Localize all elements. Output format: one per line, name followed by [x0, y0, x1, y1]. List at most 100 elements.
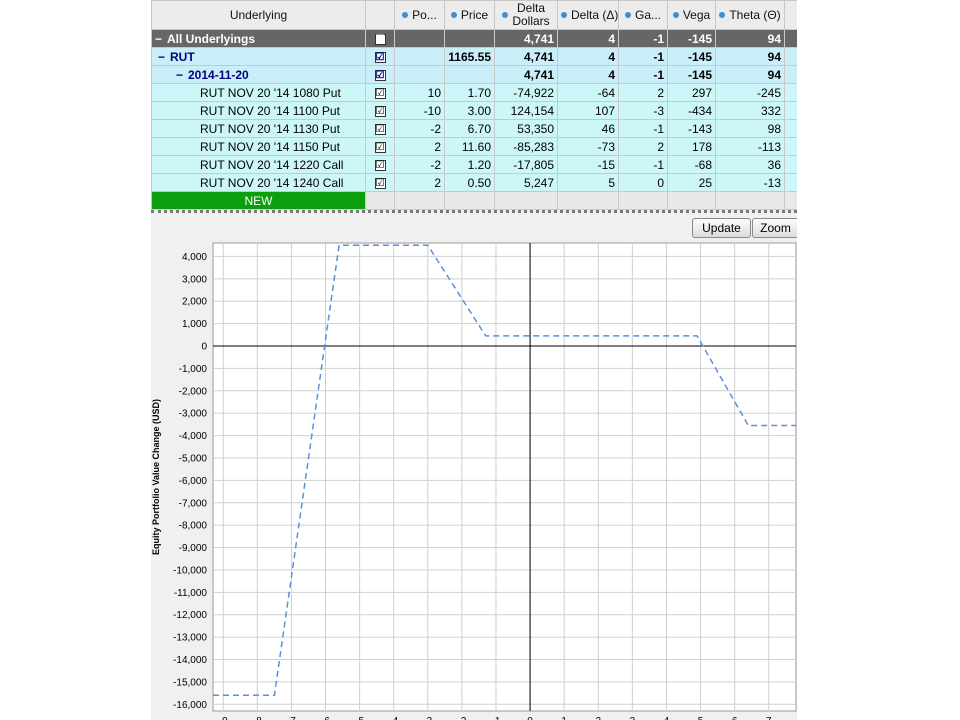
col-header-price[interactable]: Price	[444, 0, 495, 30]
table-row-leg[interactable]: RUT NOV 20 '14 1150 Put ☑ 2 11.60 -85,28…	[151, 137, 797, 156]
y-tick-label: -14,000	[173, 655, 207, 666]
table-row-underlying-rut[interactable]: − RUT ☑ 1165.55 4,741 4 -1 -145 94	[151, 47, 797, 66]
cell-position	[394, 65, 445, 84]
cell-delta: -15	[557, 155, 619, 174]
x-tick-label: -8	[253, 716, 262, 720]
column-dot-icon	[402, 12, 409, 19]
x-tick-label: -7	[287, 716, 296, 720]
col-header-vega[interactable]: Vega	[667, 0, 716, 30]
y-tick-label: -15,000	[173, 677, 207, 688]
col-header-gamma[interactable]: Ga...	[618, 0, 668, 30]
x-tick-label: -3	[423, 716, 432, 720]
col-header-delta[interactable]: Delta (Δ)	[557, 0, 619, 30]
cell-gamma: -3	[618, 101, 668, 120]
x-tick-label: -2	[457, 716, 466, 720]
cell-delta: 4	[557, 29, 619, 48]
col-header-checkbox[interactable]	[365, 0, 395, 30]
column-dot-icon	[561, 12, 567, 19]
x-tick-label: -6	[321, 716, 330, 720]
collapse-icon[interactable]: −	[155, 32, 165, 46]
cell-position[interactable]: -10	[394, 101, 445, 120]
table-row-expiry[interactable]: −2014-11-20 ☑ 4,741 4 -1 -145 94	[151, 65, 797, 84]
portfolio-panel: Underlying Po... Price Delta Dollars Delt…	[151, 0, 797, 720]
splitter-handle[interactable]	[151, 210, 797, 213]
table-row-leg[interactable]: RUT NOV 20 '14 1100 Put ☑ -10 3.00 124,1…	[151, 101, 797, 120]
y-tick-label: -5,000	[179, 453, 208, 464]
cell-position	[394, 29, 445, 48]
column-dot-icon	[672, 12, 679, 19]
cell-price: 1.20	[444, 155, 495, 174]
cell-position[interactable]: 2	[394, 173, 445, 192]
cell-delta-dollars: 4,741	[494, 29, 558, 48]
row-checkbox[interactable]: ☑	[365, 65, 395, 84]
plot-area[interactable]	[212, 242, 797, 712]
cell-empty	[444, 191, 495, 210]
col-header-position[interactable]: Po...	[394, 0, 445, 30]
cell-filler	[784, 47, 797, 66]
col-header-theta[interactable]: Theta (Θ)	[715, 0, 785, 30]
y-tick-label: -2,000	[179, 386, 208, 397]
cell-empty	[618, 191, 668, 210]
x-tick-label: -1	[492, 716, 501, 720]
row-checkbox[interactable]: ☑	[365, 155, 395, 174]
zoom-button[interactable]: Zoom	[752, 218, 797, 238]
table-row-leg[interactable]: RUT NOV 20 '14 1220 Call ☑ -2 1.20 -17,8…	[151, 155, 797, 174]
cell-vega: -68	[667, 155, 716, 174]
row-checkbox[interactable]: ☑	[365, 47, 395, 66]
cell-vega: -143	[667, 119, 716, 138]
cell-vega: 25	[667, 173, 716, 192]
row-checkbox[interactable]: ☑	[365, 173, 395, 192]
row-checkbox[interactable]: ☑	[365, 101, 395, 120]
cell-theta: 98	[715, 119, 785, 138]
cell-position[interactable]: -2	[394, 155, 445, 174]
x-tick-label: 6	[732, 716, 738, 720]
table-header-row: Underlying Po... Price Delta Dollars Delt…	[151, 0, 797, 30]
cell-gamma: -1	[618, 119, 668, 138]
cell-filler	[784, 101, 797, 120]
new-position-cell[interactable]: NEW	[151, 191, 366, 210]
row-checkbox[interactable]: ☑	[365, 83, 395, 102]
row-checkbox[interactable]: ☑	[365, 29, 395, 48]
cell-vega: 178	[667, 137, 716, 156]
cell-filler	[784, 29, 797, 48]
collapse-icon[interactable]: −	[176, 68, 186, 82]
y-tick-label: -3,000	[179, 409, 208, 420]
y-tick-label: 4,000	[182, 252, 207, 263]
cell-delta: -64	[557, 83, 619, 102]
table-row-new[interactable]: NEW	[151, 191, 797, 210]
cell-position[interactable]: 2	[394, 137, 445, 156]
row-label: − RUT	[151, 47, 366, 66]
y-tick-label: -4,000	[179, 431, 208, 442]
leg-name: RUT NOV 20 '14 1150 Put	[151, 137, 366, 156]
cell-position[interactable]: 10	[394, 83, 445, 102]
x-tick-label: 0	[527, 716, 533, 720]
col-header-delta-dollars[interactable]: Delta Dollars	[494, 0, 558, 30]
row-checkbox[interactable]: ☑	[365, 119, 395, 138]
x-tick-label: 3	[630, 716, 636, 720]
collapse-icon[interactable]: −	[158, 50, 168, 64]
cell-filler	[784, 137, 797, 156]
y-tick-label: -10,000	[173, 565, 207, 576]
cell-delta-dollars: 4,741	[494, 47, 558, 66]
column-dot-icon	[502, 12, 509, 18]
table-row-leg[interactable]: RUT NOV 20 '14 1240 Call ☑ 2 0.50 5,247 …	[151, 173, 797, 192]
cell-gamma: -1	[618, 155, 668, 174]
table-row-leg[interactable]: RUT NOV 20 '14 1130 Put ☑ -2 6.70 53,350…	[151, 119, 797, 138]
cell-price: 1.70	[444, 83, 495, 102]
cell-theta: -245	[715, 83, 785, 102]
cell-theta: -113	[715, 137, 785, 156]
update-button[interactable]: Update	[692, 218, 751, 238]
table-row-leg[interactable]: RUT NOV 20 '14 1080 Put ☑ 10 1.70 -74,92…	[151, 83, 797, 102]
column-dot-icon	[624, 12, 631, 19]
cell-position[interactable]: -2	[394, 119, 445, 138]
row-checkbox[interactable]: ☑	[365, 137, 395, 156]
cell-delta: 4	[557, 65, 619, 84]
table-row-all-underlyings[interactable]: − All Underlyings ☑ 4,741 4 -1 -145 94	[151, 29, 797, 48]
col-header-underlying[interactable]: Underlying	[151, 0, 366, 30]
x-tick-label: 5	[698, 716, 704, 720]
cell-price: 3.00	[444, 101, 495, 120]
cell-vega: -145	[667, 65, 716, 84]
cell-vega: -145	[667, 47, 716, 66]
cell-delta: 46	[557, 119, 619, 138]
cell-delta: 4	[557, 47, 619, 66]
